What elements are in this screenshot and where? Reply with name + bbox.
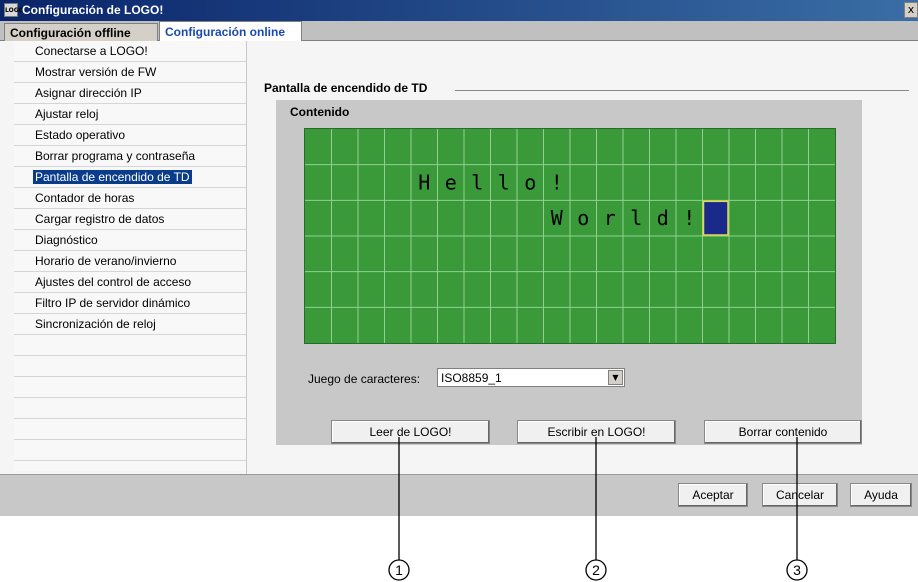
tab-online-config[interactable]: Configuración online bbox=[159, 21, 302, 42]
sidebar-empty-row bbox=[14, 335, 246, 356]
td-lcd-display[interactable]: He l l o! Wo r l d! bbox=[304, 128, 836, 344]
lcd-char-line3: l bbox=[630, 206, 642, 230]
sidebar-item-ip-filter[interactable]: Filtro IP de servidor dinámico bbox=[14, 293, 246, 314]
lcd-char-line2: ! bbox=[551, 171, 563, 195]
sidebar-item-diagnostics[interactable]: Diagnóstico bbox=[14, 230, 246, 251]
dialog-footer: Aceptar Cancelar Ayuda bbox=[0, 474, 918, 516]
close-icon[interactable]: x bbox=[904, 2, 918, 18]
help-button[interactable]: Ayuda bbox=[850, 483, 912, 507]
sidebar-item-set-clock[interactable]: Ajustar reloj bbox=[14, 104, 246, 125]
lcd-cursor bbox=[702, 200, 729, 236]
sidebar-nav: Conectarse a LOGO! Mostrar versión de FW… bbox=[14, 41, 246, 471]
lcd-grid: He l l o !W o r l d! bbox=[305, 129, 835, 343]
lcd-char-line3: ! bbox=[683, 206, 695, 230]
sidebar-item-label: Horario de verano/invierno bbox=[35, 254, 177, 268]
sidebar-item-label: Mostrar versión de FW bbox=[35, 65, 157, 79]
read-from-logo-button[interactable]: Leer de LOGO! bbox=[331, 420, 490, 444]
tab-strip: Configuración offline Configuración onli… bbox=[0, 21, 918, 42]
sidebar-item-label: Conectarse a LOGO! bbox=[35, 44, 148, 58]
sidebar-item-ip-address[interactable]: Asignar dirección IP bbox=[14, 83, 246, 104]
lcd-char-line2: H bbox=[418, 171, 430, 195]
tab-offline-config[interactable]: Configuración offline bbox=[4, 23, 158, 41]
lcd-char-line3: o bbox=[577, 206, 589, 230]
callout-circle-2 bbox=[585, 559, 607, 581]
sidebar-empty-row bbox=[14, 440, 246, 461]
sidebar-item-access-control[interactable]: Ajustes del control de acceso bbox=[14, 272, 246, 293]
group-title: Contenido bbox=[290, 105, 350, 119]
sidebar-item-clear-program[interactable]: Borrar programa y contraseña bbox=[14, 146, 246, 167]
title-bar: LOGO Configuración de LOGO! x bbox=[0, 0, 918, 21]
sidebar-item-fw-version[interactable]: Mostrar versión de FW bbox=[14, 62, 246, 83]
sidebar-item-operating-state[interactable]: Estado operativo bbox=[14, 125, 246, 146]
callout-number-1: 1 bbox=[395, 562, 403, 578]
ok-button[interactable]: Aceptar bbox=[678, 483, 748, 507]
lcd-char-line2: l bbox=[471, 171, 483, 195]
sidebar-item-label: Diagnóstico bbox=[35, 233, 98, 247]
cancel-button[interactable]: Cancelar bbox=[762, 483, 838, 507]
sidebar-item-label: Cargar registro de datos bbox=[35, 212, 165, 226]
logo-config-window: LOGO Configuración de LOGO! x Configurac… bbox=[0, 0, 918, 516]
lcd-char-line2: l bbox=[498, 171, 510, 195]
sidebar-divider bbox=[246, 41, 247, 474]
content-area: Conectarse a LOGO! Mostrar versión de FW… bbox=[0, 41, 918, 474]
sidebar-empty-row bbox=[14, 377, 246, 398]
sidebar-item-label: Contador de horas bbox=[35, 191, 135, 205]
sidebar-item-label: Ajustes del control de acceso bbox=[35, 275, 192, 289]
section-divider bbox=[455, 90, 909, 91]
sidebar-empty-row bbox=[14, 398, 246, 419]
lcd-char-line2: o bbox=[524, 171, 536, 195]
sidebar-item-td-startup-screen[interactable]: Pantalla de encendido de TD bbox=[14, 167, 246, 188]
sidebar-item-clock-sync[interactable]: Sincronización de reloj bbox=[14, 314, 246, 335]
sidebar-item-dst[interactable]: Horario de verano/invierno bbox=[14, 251, 246, 272]
charset-label: Juego de caracteres: bbox=[308, 372, 421, 386]
lcd-char-line3: W bbox=[551, 206, 564, 230]
sidebar-item-label: Asignar dirección IP bbox=[35, 86, 142, 100]
sidebar-item-label: Estado operativo bbox=[35, 128, 126, 142]
sidebar-item-label: Filtro IP de servidor dinámico bbox=[35, 296, 191, 310]
lcd-char-line2: e bbox=[445, 171, 457, 195]
window-title: Configuración de LOGO! bbox=[22, 3, 164, 17]
sidebar-item-label: Ajustar reloj bbox=[35, 107, 99, 121]
clear-content-button[interactable]: Borrar contenido bbox=[704, 420, 862, 444]
sidebar-empty-row bbox=[14, 419, 246, 440]
lcd-char-line3: r bbox=[604, 206, 616, 230]
chevron-down-icon[interactable]: ▼ bbox=[608, 370, 623, 385]
logo-app-icon: LOGO bbox=[4, 3, 24, 17]
charset-select[interactable]: ISO8859_1 ▼ bbox=[437, 368, 625, 387]
sidebar-item-label: Borrar programa y contraseña bbox=[35, 149, 196, 163]
sidebar-item-data-log[interactable]: Cargar registro de datos bbox=[14, 209, 246, 230]
lcd-char-line3: d bbox=[657, 206, 669, 230]
content-group: Contenido He l l o! Wo r l d! Juego de caracter… bbox=[276, 100, 862, 445]
callout-circle-3 bbox=[786, 559, 808, 581]
sidebar-item-hour-counter[interactable]: Contador de horas bbox=[14, 188, 246, 209]
charset-value: ISO8859_1 bbox=[441, 371, 502, 385]
callout-circle-1 bbox=[388, 559, 410, 581]
callout-number-3: 3 bbox=[793, 562, 801, 578]
panel-title: Pantalla de encendido de TD bbox=[264, 81, 432, 95]
write-to-logo-button[interactable]: Escribir en LOGO! bbox=[517, 420, 676, 444]
sidebar-item-label: Sincronización de reloj bbox=[35, 317, 156, 331]
sidebar-item-label: Pantalla de encendido de TD bbox=[33, 170, 192, 184]
callout-number-2: 2 bbox=[592, 562, 600, 578]
sidebar-item-connect[interactable]: Conectarse a LOGO! bbox=[14, 41, 246, 62]
sidebar-empty-row bbox=[14, 356, 246, 377]
